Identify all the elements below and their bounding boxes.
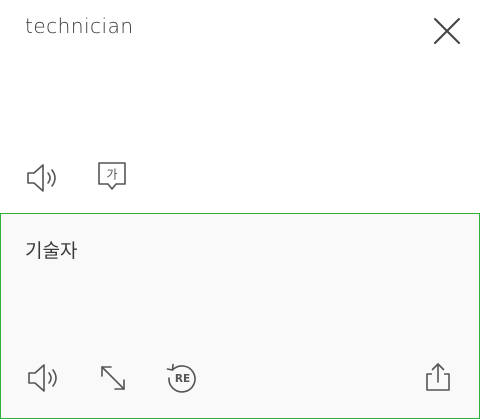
expand-arrows-icon [101, 366, 125, 390]
share-button[interactable] [420, 360, 456, 396]
speaker-icon [28, 364, 57, 392]
source-speaker-button[interactable] [24, 160, 60, 196]
korean-glyph: 가 [106, 168, 117, 182]
retranslate-glyph: RE [175, 373, 190, 385]
result-panel: 기술자 RE [0, 213, 480, 419]
result-text[interactable]: 기술자 [25, 236, 77, 263]
close-icon [434, 18, 460, 44]
korean-character-icon: 가 [98, 162, 126, 190]
source-panel: technician 가 [0, 0, 480, 213]
speaker-icon [27, 164, 56, 192]
result-speaker-button[interactable] [25, 360, 61, 396]
share-icon [426, 363, 450, 391]
retranslate-icon: RE [166, 363, 196, 393]
close-button[interactable] [430, 14, 464, 48]
retranslate-button[interactable]: RE [164, 360, 200, 396]
expand-button[interactable] [95, 360, 131, 396]
source-text[interactable]: technician [25, 14, 134, 38]
korean-character-button[interactable]: 가 [94, 158, 130, 194]
